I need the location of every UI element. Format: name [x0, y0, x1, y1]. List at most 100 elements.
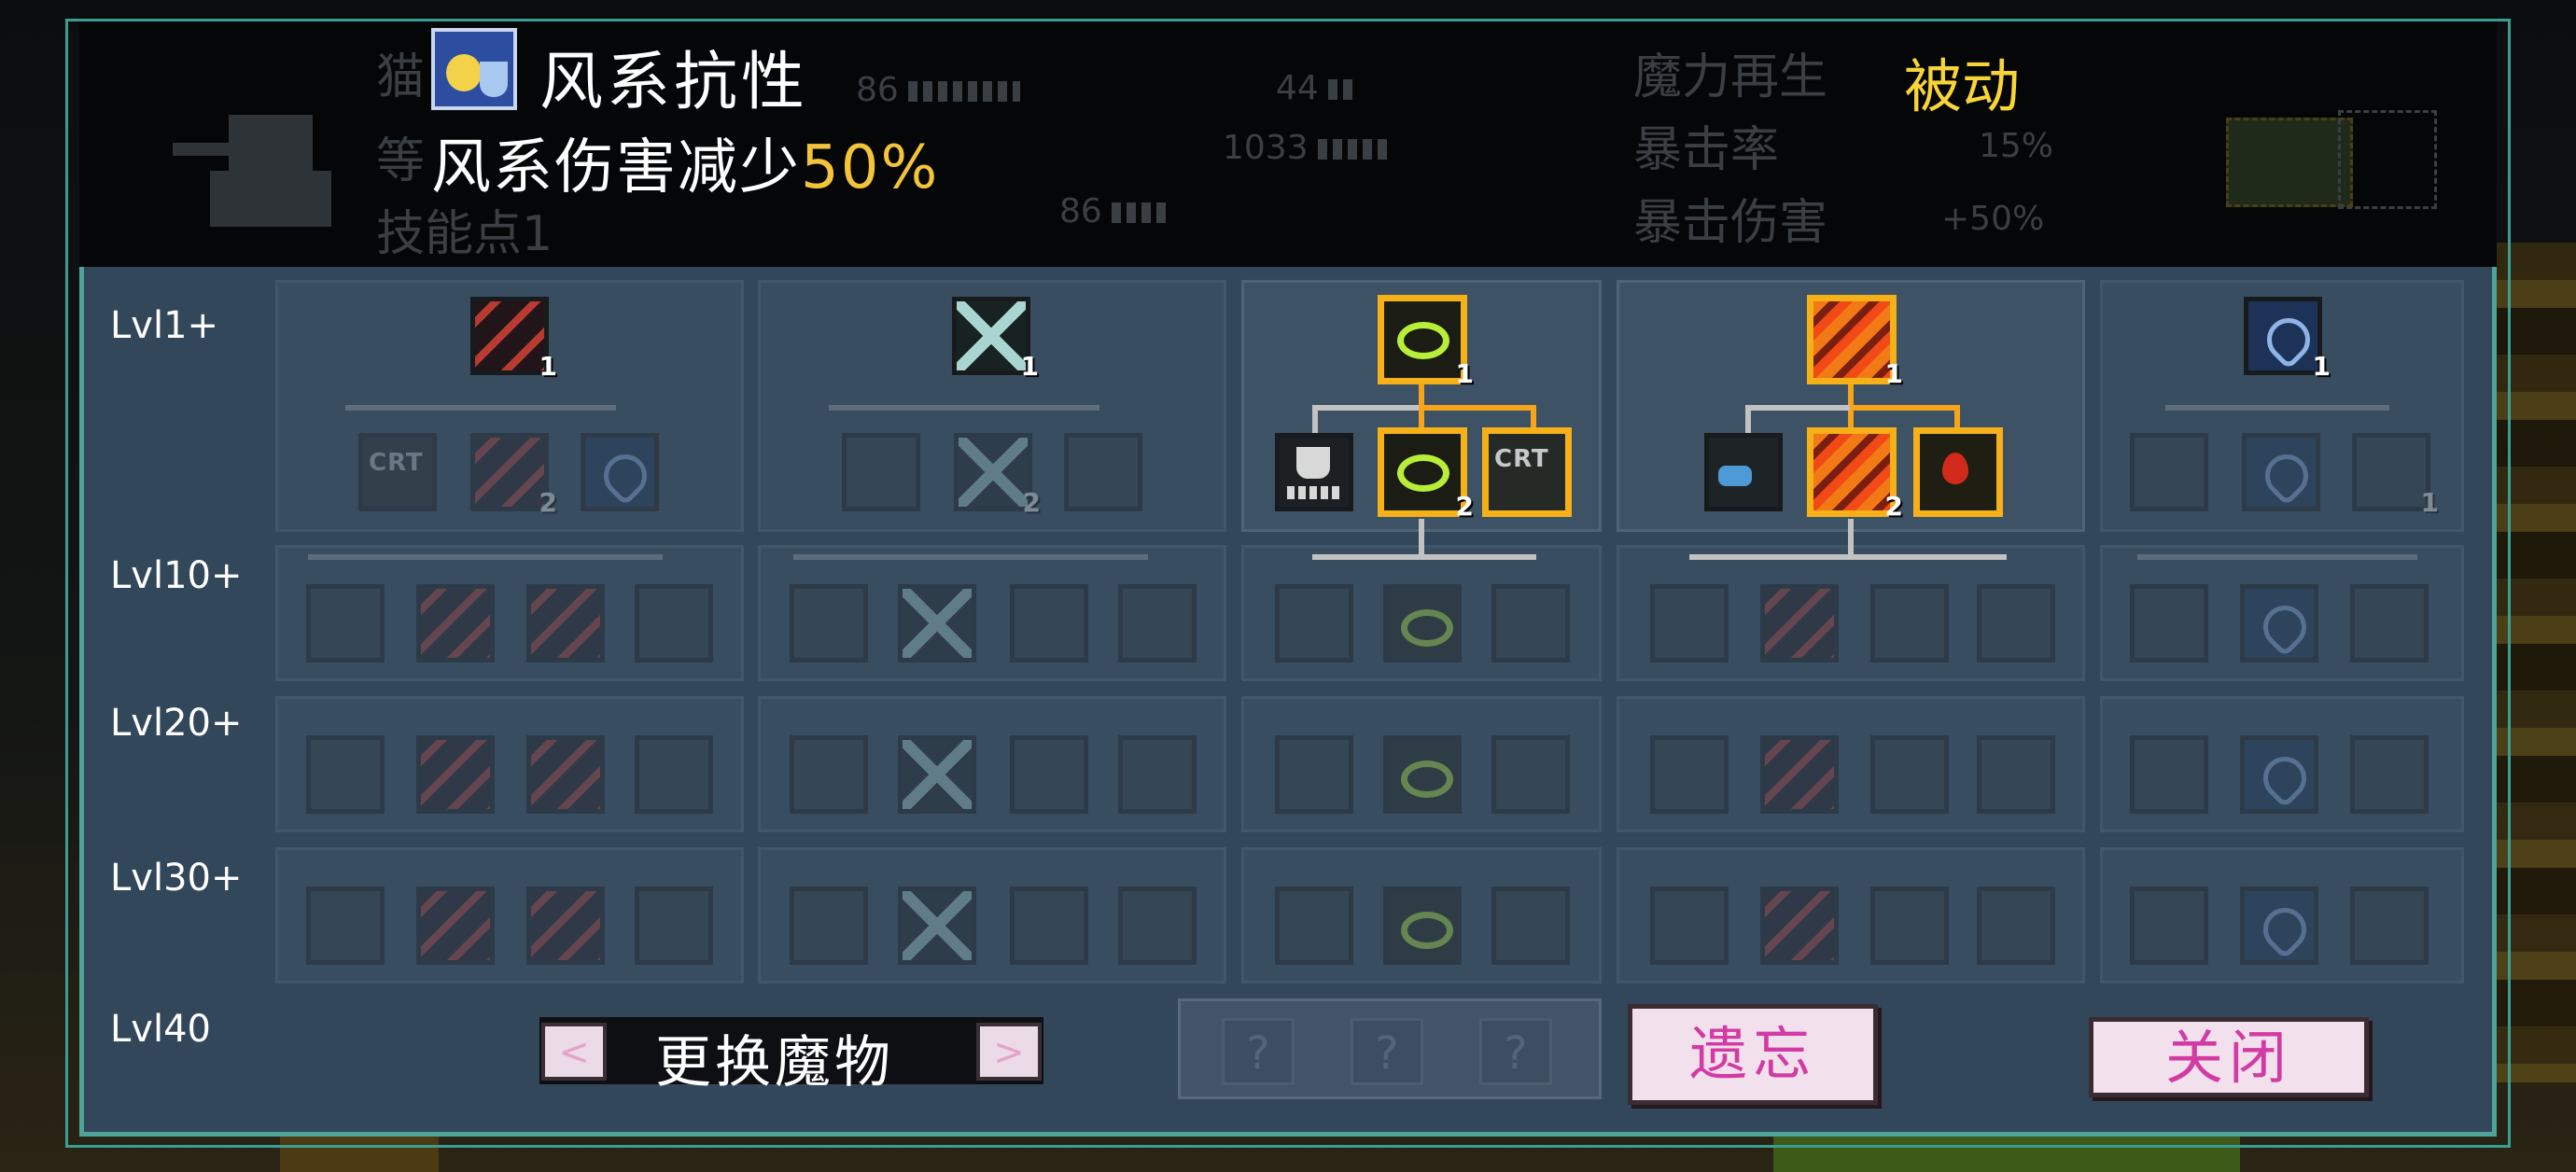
tier3-skill[interactable] — [635, 735, 713, 814]
connector — [1419, 519, 1424, 556]
crit-damage-value: +50% — [1941, 200, 2045, 238]
heart-skill-root[interactable]: 1 — [2244, 297, 2331, 382]
tier4-skill[interactable] — [2240, 886, 2318, 965]
equip-slot-icon — [2338, 110, 2437, 209]
claw-crt-skill[interactable]: CRT — [358, 433, 437, 511]
heart-sub-skill-1[interactable] — [2130, 433, 2208, 511]
tier3-skill[interactable] — [2130, 735, 2208, 814]
tier4-skill[interactable] — [1118, 886, 1197, 965]
next-monster-button[interactable]: > — [976, 1023, 1042, 1081]
tier2-skill[interactable] — [2350, 584, 2429, 663]
locked-slots: ? ? ? — [1178, 998, 1602, 1099]
tier2-skill[interactable] — [416, 584, 495, 663]
heart-sub-skill-3[interactable]: 1 — [2352, 433, 2439, 518]
tier3-skill[interactable] — [898, 735, 976, 814]
tier2-skill[interactable] — [1650, 584, 1729, 663]
tier2-skill[interactable] — [526, 584, 605, 663]
connector — [1312, 405, 1424, 411]
tier4-skill[interactable] — [1870, 886, 1949, 965]
tier2-skill[interactable] — [2130, 584, 2208, 663]
tier3-skill[interactable] — [1275, 735, 1353, 814]
claw-heart-skill[interactable] — [581, 433, 659, 511]
stat-attack: 86 — [856, 71, 1020, 109]
tier4-skill[interactable] — [1760, 886, 1839, 965]
tier4-skill[interactable] — [2350, 886, 2429, 965]
tier3-skill[interactable] — [1118, 735, 1197, 814]
connector — [1312, 554, 1536, 560]
tier3-skill[interactable] — [790, 735, 868, 814]
tier3-skill[interactable] — [1010, 735, 1088, 814]
claw-skill-root[interactable]: 1 — [470, 297, 557, 382]
fire-blood-skill[interactable] — [1913, 427, 2003, 517]
xcut-skill-2[interactable]: 2 — [954, 433, 1041, 518]
tier2-skill[interactable] — [1491, 584, 1570, 663]
tier2-skill[interactable] — [2240, 584, 2318, 663]
monster-portrait — [173, 105, 359, 255]
tier3-skill[interactable] — [1977, 735, 2055, 814]
tier3-skill[interactable] — [1491, 735, 1570, 814]
tier2-skill[interactable] — [1118, 584, 1197, 663]
stat-hp: 1033 — [1223, 129, 1393, 167]
tooltip-title: 风系抗性 — [539, 46, 809, 119]
locked-slot-3: ? — [1479, 1018, 1552, 1085]
ring-skill-root[interactable]: 1 — [1378, 295, 1474, 389]
tier2-skill[interactable] — [1010, 584, 1088, 663]
wind-resist-icon — [431, 28, 517, 110]
tier2-skill[interactable] — [1760, 584, 1839, 663]
forget-button[interactable]: 遗忘 — [1628, 1004, 1878, 1105]
tier2-skill[interactable] — [1383, 584, 1462, 663]
tier4-skill[interactable] — [1491, 886, 1570, 965]
stat-defense: 44 — [1276, 69, 1356, 107]
tier3-skill[interactable] — [526, 735, 605, 814]
tier4-skill[interactable] — [635, 886, 713, 965]
tooltip-description: 风系伤害减少50% — [431, 133, 940, 202]
connector — [2165, 405, 2389, 411]
background-floor — [280, 1135, 439, 1172]
locked-slot-1: ? — [1222, 1018, 1295, 1085]
background-foliage — [2492, 243, 2576, 1082]
tier3-skill[interactable] — [416, 735, 495, 814]
heart-skill-2[interactable] — [2242, 433, 2320, 511]
tier2-skill[interactable] — [790, 584, 868, 663]
tier3-skill[interactable] — [1650, 735, 1729, 814]
xcut-target-skill[interactable] — [1064, 433, 1142, 511]
tier2-skill[interactable] — [1275, 584, 1353, 663]
tier3-skill[interactable] — [306, 735, 385, 814]
tier4-skill[interactable] — [2130, 886, 2208, 965]
close-button[interactable]: 关闭 — [2089, 1017, 2369, 1097]
ring-skill-2[interactable]: 2 — [1378, 427, 1474, 522]
tier4-skill[interactable] — [898, 886, 976, 965]
tier4-skill[interactable] — [1650, 886, 1729, 965]
tier4-skill[interactable] — [1383, 886, 1462, 965]
tier2-skill[interactable] — [898, 584, 976, 663]
tier2-skill[interactable] — [635, 584, 713, 663]
tier3-skill[interactable] — [1870, 735, 1949, 814]
fire-boot-skill[interactable] — [1704, 433, 1783, 511]
tier4-skill[interactable] — [1275, 886, 1353, 965]
connector — [308, 554, 663, 560]
tier3-skill[interactable] — [2240, 735, 2318, 814]
tier4-skill[interactable] — [306, 886, 385, 965]
prev-monster-button[interactable]: < — [541, 1023, 607, 1081]
crit-damage-label: 暴击伤害 — [1633, 195, 1828, 251]
ring-crt-skill[interactable]: CRT — [1482, 427, 1572, 517]
tier4-skill[interactable] — [416, 886, 495, 965]
claw-skill-2[interactable]: 2 — [470, 433, 557, 518]
tier4-skill[interactable] — [790, 886, 868, 965]
tier4-skill[interactable] — [1977, 886, 2055, 965]
tier3-skill[interactable] — [1760, 735, 1839, 814]
tier2-skill[interactable] — [1870, 584, 1949, 663]
tier2-skill[interactable] — [306, 584, 385, 663]
tier4-skill[interactable] — [1010, 886, 1088, 965]
tier4-skill[interactable] — [526, 886, 605, 965]
ring-shield-skill[interactable] — [1275, 433, 1353, 511]
xcut-sub-skill-1[interactable] — [842, 433, 920, 511]
connector — [1848, 405, 1960, 411]
fire-claw-skill-2[interactable]: 2 — [1807, 427, 1903, 522]
tier3-skill[interactable] — [2350, 735, 2429, 814]
xcut-skill-root[interactable]: 1 — [952, 297, 1039, 382]
tier3-skill[interactable] — [1383, 735, 1462, 814]
connector — [829, 405, 1099, 411]
tier2-skill[interactable] — [1977, 584, 2055, 663]
fire-claw-skill-root[interactable]: 1 — [1807, 295, 1903, 389]
